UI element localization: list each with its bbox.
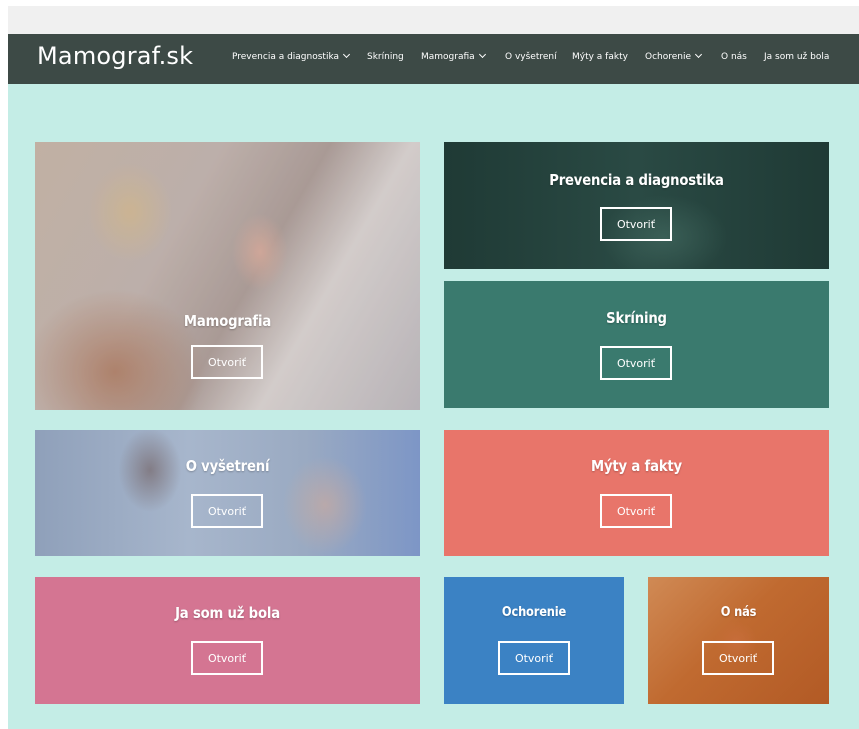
open-button[interactable]: Otvoriť — [191, 641, 263, 675]
top-gray-bar — [8, 6, 859, 34]
tile-title: O vyšetrení — [185, 457, 270, 475]
tile-title: Prevencia a diagnostika — [549, 171, 724, 189]
open-button[interactable]: Otvoriť — [498, 641, 570, 675]
nav-item-label: O vyšetrení — [505, 52, 557, 62]
tile-title: Skríning — [606, 309, 667, 327]
tile-ja-som-uz-bola[interactable]: Ja som už bola Otvoriť — [35, 577, 420, 704]
tile-title: Ja som už bola — [175, 604, 280, 622]
chevron-down-icon — [478, 50, 486, 59]
tile-mamografia[interactable]: Mamografia Otvoriť — [35, 142, 420, 410]
tile-title: Mamografia — [183, 312, 272, 330]
nav-item-label: Mýty a fakty — [572, 52, 628, 62]
tile-ochorenie[interactable]: Ochorenie Otvoriť — [444, 577, 624, 704]
open-button[interactable]: Otvoriť — [600, 207, 672, 241]
nav-item-label: Skríning — [367, 52, 404, 62]
open-button[interactable]: Otvoriť — [702, 641, 774, 675]
open-button[interactable]: Otvoriť — [191, 494, 263, 528]
chevron-down-icon — [342, 50, 351, 59]
tile-myty-a-fakty[interactable]: Mýty a fakty Otvoriť — [444, 430, 829, 556]
site-logo[interactable]: Mamograf.sk — [37, 42, 193, 70]
nav-item-o-nas[interactable]: O nás — [721, 52, 747, 62]
tile-grid: Mamografia Otvoriť Prevencia a diagnosti… — [8, 84, 859, 729]
open-button[interactable]: Otvoriť — [191, 345, 263, 379]
nav-item-o-vysetreni[interactable]: O vyšetrení — [505, 52, 557, 62]
nav-item-skrining[interactable]: Skríning — [367, 52, 404, 62]
tile-prevencia[interactable]: Prevencia a diagnostika Otvoriť — [444, 142, 829, 269]
tile-title: Ochorenie — [501, 605, 567, 620]
site-header: Mamograf.sk Prevencia a diagnostika Skrí… — [8, 34, 859, 84]
open-button[interactable]: Otvoriť — [600, 346, 672, 380]
nav-item-label: Mamografia — [421, 52, 475, 62]
tile-o-vysetreni[interactable]: O vyšetrení Otvoriť — [35, 430, 420, 556]
tile-title: O nás — [720, 605, 757, 620]
tile-skrining[interactable]: Skríning Otvoriť — [444, 281, 829, 408]
nav-item-ochorenie[interactable]: Ochorenie — [645, 50, 703, 62]
nav-item-ja-som-uz-bola[interactable]: Ja som už bola — [764, 52, 829, 62]
nav-item-label: Ja som už bola — [764, 52, 830, 62]
nav-item-prevencia[interactable]: Prevencia a diagnostika — [232, 50, 351, 62]
nav-item-myty[interactable]: Mýty a fakty — [572, 52, 628, 62]
nav-item-label: O nás — [721, 52, 747, 62]
tile-title: Mýty a fakty — [591, 457, 682, 475]
nav-item-label: Ochorenie — [645, 52, 692, 62]
nav-item-mamografia[interactable]: Mamografia — [421, 50, 486, 62]
tile-o-nas[interactable]: O nás Otvoriť — [648, 577, 829, 704]
nav-item-label: Prevencia a diagnostika — [232, 52, 340, 62]
open-button[interactable]: Otvoriť — [600, 494, 672, 528]
chevron-down-icon — [694, 50, 703, 59]
